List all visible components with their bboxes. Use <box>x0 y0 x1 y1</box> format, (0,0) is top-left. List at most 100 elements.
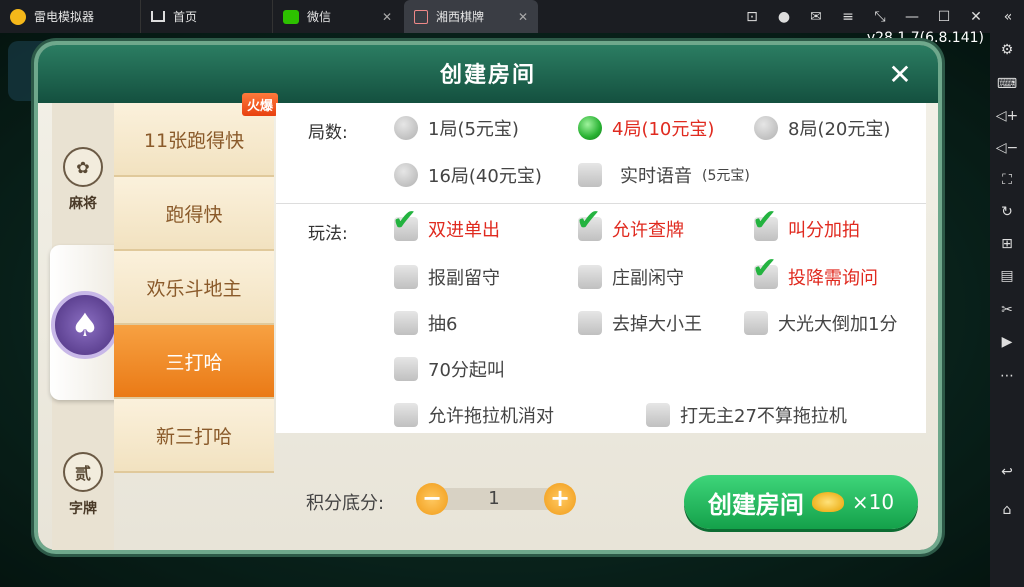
restore-icon[interactable]: ⤡ <box>864 0 896 33</box>
rule-option[interactable]: 70分起叫 <box>394 356 505 382</box>
volume-up-icon[interactable]: ◁+ <box>990 101 1024 131</box>
checkbox-icon <box>394 403 418 427</box>
rule-option[interactable]: 允许拖拉机消对 <box>394 402 554 428</box>
rule-option[interactable]: 庄副闲守 <box>578 264 684 290</box>
version-label: v28.1.7(6.8.141) <box>866 30 984 46</box>
game-item-paodekuai[interactable]: 跑得快 <box>114 177 274 251</box>
minimize-icon[interactable]: — <box>896 0 928 33</box>
category-zipai[interactable]: 贰 字牌 <box>52 440 114 530</box>
voice-chat-cost: (5元宝) <box>702 168 750 184</box>
game-item-doudizhu[interactable]: 欢乐斗地主 <box>114 251 274 325</box>
settings-icon[interactable]: ⚙ <box>990 35 1024 65</box>
rules-label: 玩法: <box>308 224 348 244</box>
add-instance-icon[interactable]: ⊞ <box>990 229 1024 259</box>
rule-option-label: 叫分加拍 <box>788 220 860 241</box>
zipai-medal-icon: 贰 <box>63 452 103 492</box>
scissors-icon[interactable]: ✂ <box>990 295 1024 325</box>
hot-badge: 火爆 <box>241 93 278 116</box>
voice-chat-label: 实时语音 <box>620 166 692 187</box>
mail-icon[interactable]: ✉ <box>800 0 832 33</box>
tab-home[interactable]: 首页 <box>140 0 270 33</box>
rule-option-label: 允许查牌 <box>612 220 684 241</box>
volume-down-icon[interactable]: ◁− <box>990 133 1024 163</box>
dialog-header: 创建房间 ✕ <box>38 45 938 103</box>
fullscreen-icon[interactable]: ⛶ <box>990 165 1024 195</box>
round-option-8[interactable]: 8局(20元宝) <box>754 115 890 141</box>
emulator-toolbar: ⚙ ⌨ ◁+ ◁− ⛶ ↻ ⊞ ▤ ✂ ▶ ⋯ ↩ ⌂ <box>990 33 1024 587</box>
close-window-icon[interactable]: ✕ <box>960 0 992 33</box>
radio-icon <box>394 163 418 187</box>
rotate-icon[interactable]: ↻ <box>990 197 1024 227</box>
poker-spade-icon: ♠ <box>51 291 119 359</box>
home-button-icon[interactable]: ⌂ <box>990 495 1024 525</box>
category-poker[interactable]: ♠ <box>51 275 119 375</box>
game-item-new-sandaha[interactable]: 新三打哈 <box>114 399 274 473</box>
app-title: 雷电模拟器 <box>0 0 138 33</box>
tab-wechat-label: 微信 <box>307 10 332 24</box>
close-dialog-button[interactable]: ✕ <box>884 59 916 91</box>
account-icon[interactable]: ● <box>768 0 800 33</box>
wechat-icon <box>283 9 299 24</box>
back-icon[interactable]: ↩ <box>990 457 1024 487</box>
rule-option-label: 双进单出 <box>428 220 500 241</box>
maximize-icon[interactable]: ☐ <box>928 0 960 33</box>
category-mahjong[interactable]: ✿ 麻将 <box>52 135 114 225</box>
increase-score-button[interactable]: + <box>544 483 576 515</box>
rule-option[interactable]: 大光大倒加1分 <box>744 310 897 336</box>
base-score-value: 1 <box>430 488 558 510</box>
category-mahjong-label: 麻将 <box>69 196 97 212</box>
create-room-dialog: 创建房间 ✕ ✿ 麻将 ♠ 贰 字牌 11张跑得快 火爆 跑得快 欢乐斗地主 三… <box>38 45 938 550</box>
more-icon[interactable]: ⋯ <box>990 361 1024 391</box>
create-room-label: 创建房间 <box>707 490 804 519</box>
rule-option[interactable]: 去掉大小王 <box>578 310 702 336</box>
game-item-label: 新三打哈 <box>155 425 232 448</box>
rule-option[interactable]: 投降需询问 <box>752 251 878 290</box>
gamepad-icon[interactable]: ⊡ <box>736 0 768 33</box>
radio-icon <box>394 116 418 140</box>
game-item-sandaha[interactable]: 三打哈 <box>114 325 274 399</box>
window-controls: ⊡ ● ✉ ≡ ⤡ — ☐ ✕ « <box>736 0 1024 33</box>
tab-xiangxi-qipai[interactable]: 湘西棋牌 ✕ <box>404 0 538 33</box>
rule-option[interactable]: 叫分加拍 <box>752 203 860 242</box>
rule-option[interactable]: 允许查牌 <box>576 203 684 242</box>
keyboard-icon[interactable]: ⌨ <box>990 69 1024 99</box>
round-option-label: 8局(20元宝) <box>788 119 891 140</box>
round-option-label: 16局(40元宝) <box>428 166 542 187</box>
rule-option-label: 投降需询问 <box>788 268 878 289</box>
checkbox-checked-icon <box>392 203 418 241</box>
menu-icon[interactable]: ≡ <box>832 0 864 33</box>
round-option-1[interactable]: 1局(5元宝) <box>394 115 519 141</box>
rule-option[interactable]: 双进单出 <box>392 203 500 242</box>
game-item-11-paodekuai[interactable]: 11张跑得快 火爆 <box>114 93 278 177</box>
dialog-title: 创建房间 <box>439 63 536 88</box>
round-option-label: 1局(5元宝) <box>428 119 519 140</box>
emulator-titlebar: 雷电模拟器 首页 微信 ✕ 湘西棋牌 ✕ ⊡ ● ✉ ≡ ⤡ — ☐ ✕ « <box>0 0 1024 33</box>
checkbox-checked-icon <box>752 203 778 241</box>
checkbox-icon <box>578 265 602 289</box>
apk-install-icon[interactable]: ▤ <box>990 261 1024 291</box>
app-name: 雷电模拟器 <box>34 10 95 24</box>
checkbox-checked-icon <box>576 203 602 241</box>
rule-option[interactable]: 报副留守 <box>394 264 500 290</box>
close-tab-icon[interactable]: ✕ <box>382 10 392 24</box>
decrease-score-button[interactable]: − <box>416 483 448 515</box>
checkbox-icon <box>578 163 602 187</box>
round-option-4[interactable]: 4局(10元宝) <box>578 115 714 141</box>
record-icon[interactable]: ▶ <box>990 327 1024 357</box>
rule-option[interactable]: 打无主27不算拖拉机 <box>646 402 847 428</box>
tab-wechat[interactable]: 微信 ✕ <box>272 0 402 33</box>
collapse-sidebar-icon[interactable]: « <box>992 0 1024 33</box>
checkbox-icon <box>394 357 418 381</box>
leidian-logo-icon <box>10 8 26 25</box>
create-room-cost: ×10 <box>851 490 895 514</box>
rule-option-label: 70分起叫 <box>428 360 505 381</box>
create-room-button[interactable]: 创建房间 ×10 <box>684 475 918 529</box>
voice-chat-checkbox[interactable]: 实时语音 (5元宝) <box>578 162 750 188</box>
rule-option[interactable]: 抽6 <box>394 310 457 336</box>
tab-game-label: 湘西棋牌 <box>436 10 485 24</box>
close-tab-icon[interactable]: ✕ <box>518 10 528 24</box>
game-item-label: 三打哈 <box>165 351 223 374</box>
checkbox-icon <box>578 311 602 335</box>
round-option-16[interactable]: 16局(40元宝) <box>394 162 542 188</box>
game-item-label: 跑得快 <box>165 203 223 226</box>
